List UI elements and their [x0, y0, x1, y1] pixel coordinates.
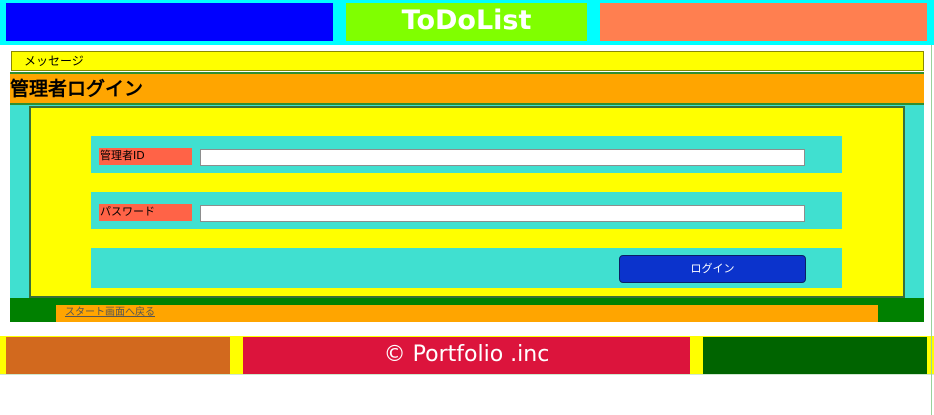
header-left-block — [6, 3, 333, 41]
footer-copyright: © Portfolio .inc — [243, 337, 690, 374]
admin-id-label: 管理者ID — [99, 148, 192, 165]
page-title: 管理者ログイン — [10, 78, 144, 100]
footer-right-block — [703, 337, 927, 374]
login-button[interactable]: ログイン — [619, 255, 806, 283]
back-link-container — [56, 305, 878, 322]
footer-divider — [0, 374, 934, 375]
password-label: パスワード — [99, 204, 192, 221]
page-right-border — [931, 45, 932, 415]
header-right-block — [600, 3, 927, 41]
password-field[interactable] — [200, 205, 805, 222]
footer-left-block — [6, 337, 230, 374]
title-bar: 管理者ログイン — [10, 72, 924, 105]
message-bar: メッセージ — [11, 51, 924, 71]
app-title: ToDoList — [346, 3, 587, 41]
back-to-start-link[interactable]: スタート画面へ戻る — [65, 306, 155, 320]
admin-id-field[interactable] — [200, 149, 805, 166]
